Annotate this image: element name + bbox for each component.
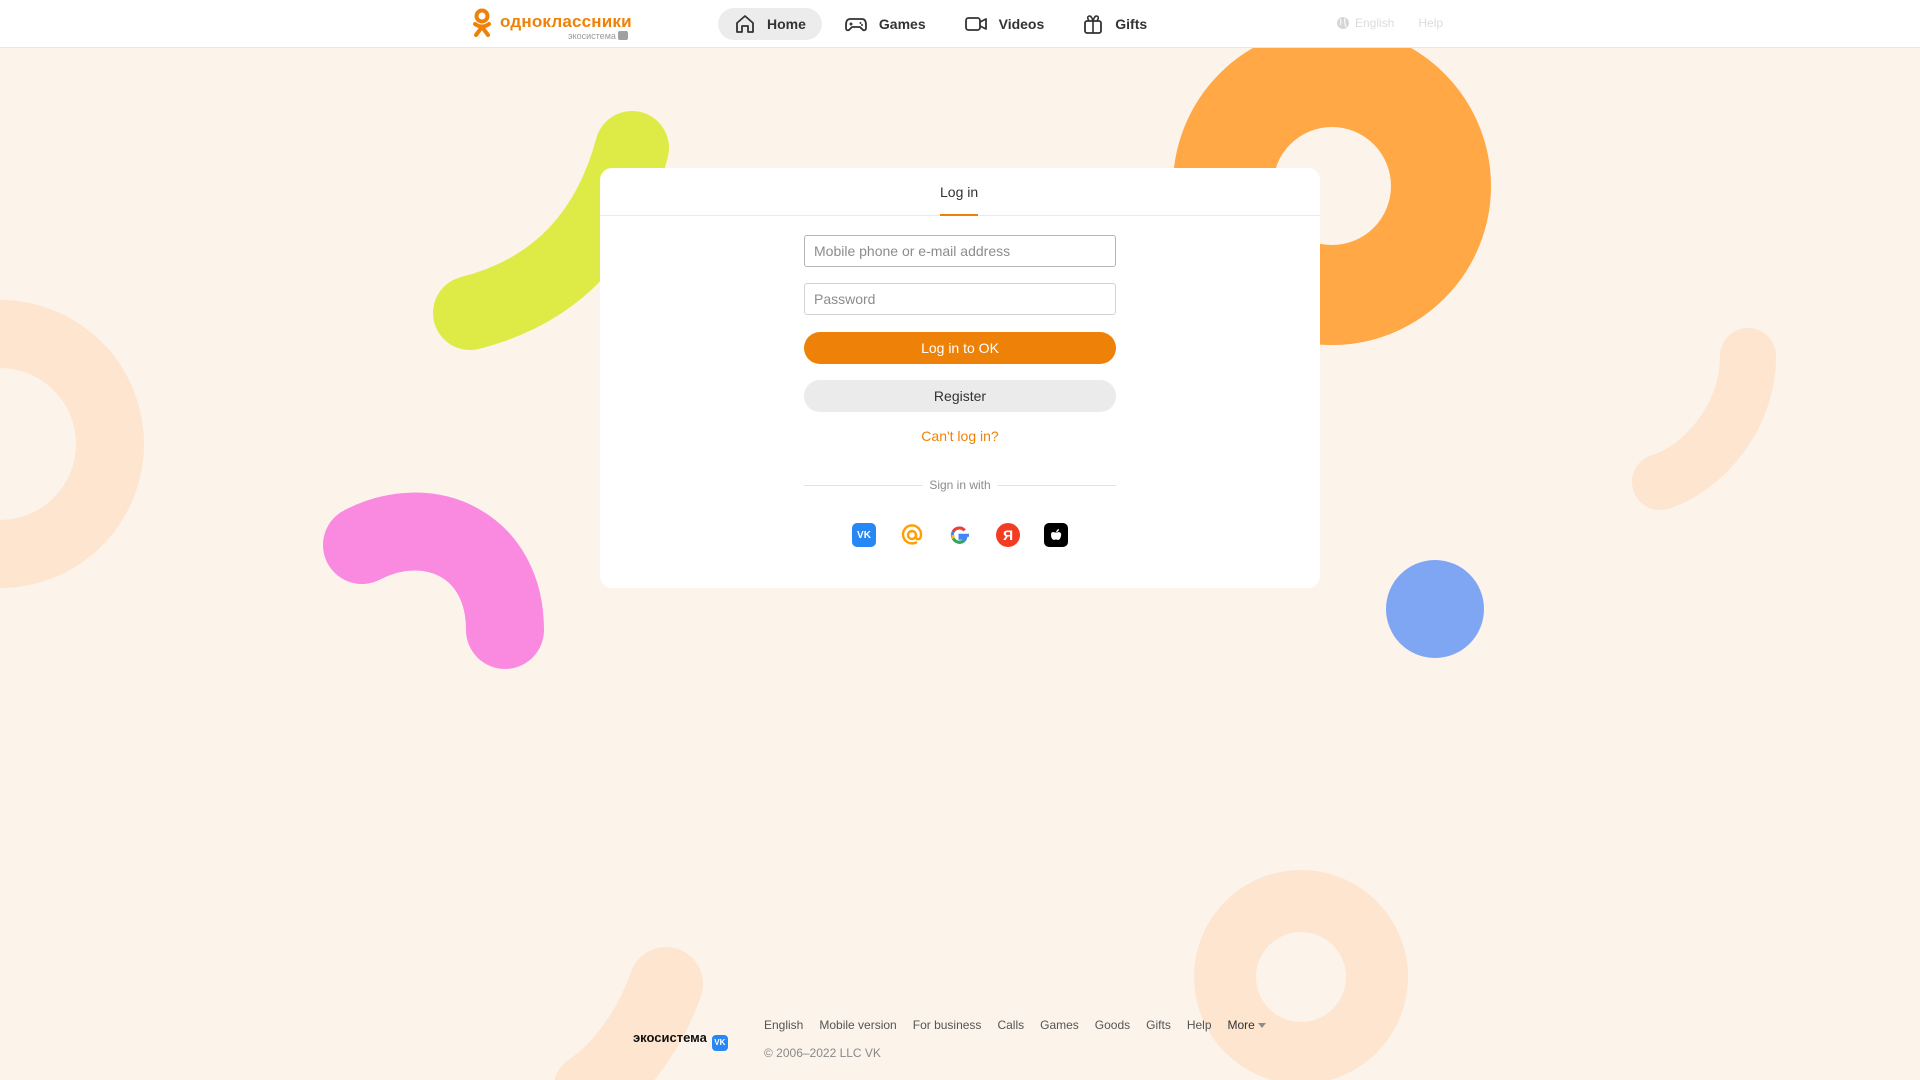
sign-in-with-divider: Sign in with [804,478,1116,492]
footer-link-gifts[interactable]: Gifts [1146,1018,1171,1032]
footer-links: English Mobile version For business Call… [764,1018,1282,1032]
login-submit-button[interactable]: Log in to OK [804,332,1116,364]
globe-icon [1337,17,1349,29]
vk-badge-icon: VK [711,1035,728,1051]
login-input[interactable] [804,235,1116,267]
nav-games[interactable]: Games [828,8,942,40]
home-icon [736,15,754,33]
gamepad-icon [845,18,867,32]
google-login-icon[interactable] [948,523,972,547]
main-nav: Home Games Videos Gifts [718,8,1169,40]
nav-home[interactable]: Home [718,8,822,40]
yandex-login-icon[interactable]: Я [996,523,1020,547]
gift-icon [1084,15,1103,34]
ok-logo[interactable]: одноклассники экосистема [472,8,642,42]
footer-link-help[interactable]: Help [1187,1018,1212,1032]
apple-login-icon[interactable] [1044,523,1068,547]
footer-link-games[interactable]: Games [1040,1018,1079,1032]
video-camera-icon [964,17,987,31]
copyright-text: © 2006–2022 LLC VK [764,1046,881,1060]
footer-link-mobile-version[interactable]: Mobile version [819,1018,896,1032]
footer-link-goods[interactable]: Goods [1095,1018,1130,1032]
help-link[interactable]: Help [1418,16,1443,30]
sign-in-with-label: Sign in with [929,478,991,492]
header-utility-links: English Help [1336,16,1443,30]
caret-down-icon [1257,1022,1266,1028]
footer-more-dropdown[interactable]: More [1228,1018,1266,1032]
nav-gifts[interactable]: Gifts [1066,8,1163,40]
nav-videos-label: Videos [998,16,1045,32]
mailru-login-icon[interactable] [900,523,924,547]
login-tabs: Log in [600,168,1320,216]
nav-games-label: Games [878,16,926,32]
vk-badge-icon [617,31,628,40]
footer-link-for-business[interactable]: For business [913,1018,982,1032]
register-button[interactable]: Register [804,380,1116,412]
language-selector[interactable]: English [1355,16,1394,30]
vk-login-icon[interactable]: VK [852,523,876,547]
logo-wordmark: одноклассники [500,12,632,31]
password-input[interactable] [804,283,1116,315]
nav-gifts-label: Gifts [1115,16,1148,32]
footer-ecosystem-logo[interactable]: экосистема VK [633,1030,728,1051]
nav-home-label: Home [767,16,806,32]
footer-link-english[interactable]: English [764,1018,803,1032]
nav-videos[interactable]: Videos [948,8,1061,40]
logo-ecosystem-label: экосистема [568,31,628,41]
ok-logo-icon [473,8,491,37]
social-login-buttons: VK Я [600,523,1320,547]
login-card: Log in Log in to OK Register Can't log i… [600,168,1320,588]
cant-login-link[interactable]: Can't log in? [600,428,1320,444]
tab-login[interactable]: Log in [940,168,979,216]
footer-link-calls[interactable]: Calls [997,1018,1024,1032]
top-navigation-bar: одноклассники экосистема Home Games Vide… [0,0,1920,48]
